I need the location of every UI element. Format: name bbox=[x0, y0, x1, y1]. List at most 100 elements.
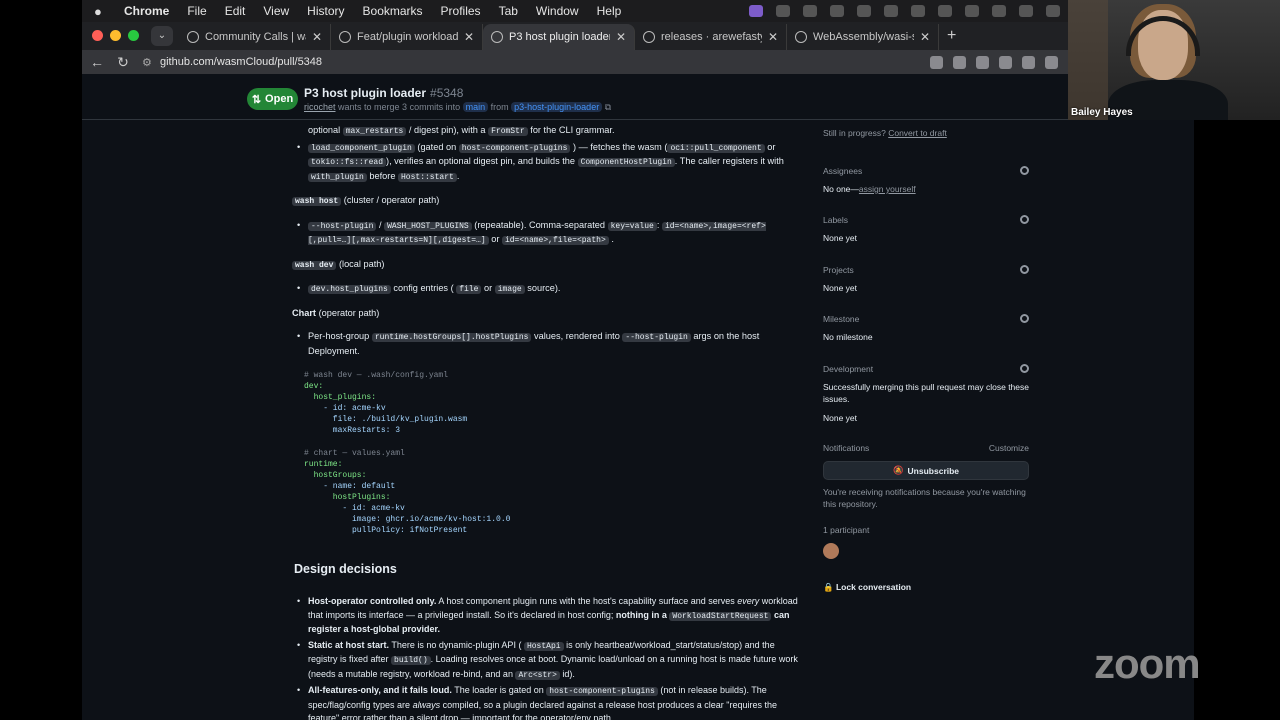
copy-icon[interactable]: ⧉ bbox=[605, 102, 611, 112]
puzzle-icon[interactable] bbox=[1045, 55, 1058, 69]
extension-icon[interactable] bbox=[999, 55, 1012, 69]
menu-app-chrome[interactable]: Chrome bbox=[124, 4, 169, 18]
webcam-feed bbox=[1068, 0, 1280, 120]
install-icon[interactable] bbox=[930, 55, 943, 69]
gear-icon[interactable] bbox=[1020, 364, 1029, 373]
author-link[interactable]: ricochet bbox=[304, 102, 336, 112]
assign-yourself-link[interactable]: assign yourself bbox=[859, 184, 916, 194]
moon-icon[interactable] bbox=[1019, 5, 1033, 17]
gear-icon[interactable] bbox=[1020, 166, 1029, 175]
pull-request-icon: ⇅ bbox=[251, 93, 262, 106]
tab-title: releases · arewefastyet · wasi bbox=[661, 31, 762, 43]
participants-section: 1 participant bbox=[823, 525, 1029, 559]
labels-section: Labels None yet bbox=[823, 215, 1029, 243]
tab-releases[interactable]: releases · arewefastyet · wasi ✕ bbox=[635, 24, 787, 50]
notifications-label: Notifications bbox=[823, 443, 870, 453]
close-icon[interactable]: ✕ bbox=[464, 30, 474, 44]
globe-status-icon[interactable] bbox=[830, 5, 844, 17]
back-icon[interactable]: ← bbox=[86, 54, 108, 70]
milestone-value: No milestone bbox=[823, 332, 873, 342]
extension-icon[interactable] bbox=[976, 55, 989, 69]
close-icon[interactable]: ✕ bbox=[920, 30, 930, 44]
assignees-section: Assignees No one—assign yourself bbox=[823, 166, 1029, 194]
url-field[interactable]: ⚙ github.com/wasmCloud/pull/5348 bbox=[142, 51, 930, 73]
pr-number: #5348 bbox=[430, 86, 464, 100]
mac-menubar: ● Chrome File Edit View History Bookmark… bbox=[82, 0, 1068, 22]
url-text: github.com/wasmCloud/pull/5348 bbox=[160, 56, 323, 68]
projects-value: None yet bbox=[823, 283, 858, 293]
new-tab-button[interactable]: + bbox=[947, 27, 956, 45]
gear-icon[interactable] bbox=[1020, 265, 1029, 274]
list-item: load_component_plugin (gated on host-com… bbox=[292, 141, 802, 185]
address-bar: ← ↻ ⚙ github.com/wasmCloud/pull/5348 bbox=[82, 50, 1068, 74]
unsubscribe-button[interactable]: 🔕 Unsubscribe bbox=[823, 461, 1029, 480]
menu-bookmarks[interactable]: Bookmarks bbox=[363, 4, 423, 18]
menu-file[interactable]: File bbox=[187, 4, 206, 18]
gear-icon[interactable] bbox=[1020, 314, 1029, 323]
tab-p3-host-plugin[interactable]: P3 host plugin loader by ricoc ✕ bbox=[483, 24, 635, 50]
development-text: Successfully merging this pull request m… bbox=[823, 382, 1029, 404]
zoom-logo: zoom bbox=[1094, 640, 1201, 687]
github-icon bbox=[491, 31, 503, 43]
maximize-window-button[interactable] bbox=[128, 30, 139, 41]
browser-tab-bar: ⌄ Community Calls | wasmClou ✕ Feat/plug… bbox=[82, 22, 1068, 50]
notifications-text: You're receiving notifications because y… bbox=[823, 487, 1026, 509]
menu-history[interactable]: History bbox=[307, 4, 344, 18]
display-status-icon[interactable] bbox=[938, 5, 952, 17]
list-item: --host-plugin / WASH_HOST_PLUGINS (repea… bbox=[292, 219, 802, 248]
development-value: None yet bbox=[823, 413, 858, 423]
status-badge: ⇅ Open bbox=[247, 88, 298, 110]
list-item: Per-host-group runtime.hostGroups[].host… bbox=[292, 330, 802, 358]
tab-community-calls[interactable]: Community Calls | wasmClou ✕ bbox=[179, 24, 331, 50]
extension-status-icon[interactable] bbox=[803, 5, 817, 17]
gear-status-icon[interactable] bbox=[776, 5, 790, 17]
close-icon[interactable]: ✕ bbox=[312, 30, 322, 44]
base-branch[interactable]: main bbox=[462, 102, 489, 112]
close-icon[interactable]: ✕ bbox=[616, 30, 626, 44]
menu-tab[interactable]: Tab bbox=[499, 4, 518, 18]
site-info-icon[interactable]: ⚙ bbox=[142, 56, 156, 69]
notifications-section: Notifications Customize 🔕 Unsubscribe You… bbox=[823, 443, 1029, 510]
lock-conversation-link[interactable]: 🔒 Lock conversation bbox=[823, 582, 1029, 593]
close-icon[interactable]: ✕ bbox=[768, 30, 778, 44]
extension-icon[interactable] bbox=[1022, 55, 1035, 69]
menu-view[interactable]: View bbox=[263, 4, 289, 18]
tab-search-button[interactable]: ⌄ bbox=[151, 26, 173, 46]
wifi-icon[interactable] bbox=[965, 5, 979, 17]
labels-value: None yet bbox=[823, 233, 858, 243]
gear-icon[interactable] bbox=[1020, 215, 1029, 224]
code-text: # wash dev — .wash/config.yaml dev: host… bbox=[304, 371, 511, 536]
convert-to-draft-link[interactable]: Convert to draft bbox=[888, 128, 947, 138]
cloud-status-icon[interactable] bbox=[884, 5, 898, 17]
github-icon bbox=[795, 31, 807, 43]
assignees-value: No one— bbox=[823, 184, 859, 194]
assignees-label: Assignees bbox=[823, 166, 863, 176]
pr-description: optional max_restarts / digest pin), wit… bbox=[292, 124, 802, 358]
menu-edit[interactable]: Edit bbox=[225, 4, 246, 18]
minimize-window-button[interactable] bbox=[110, 30, 121, 41]
customize-link[interactable]: Customize bbox=[989, 443, 1029, 453]
page-title: P3 host plugin loader #5348 bbox=[304, 86, 463, 100]
status-badge-label: Open bbox=[265, 93, 294, 105]
menu-profiles[interactable]: Profiles bbox=[441, 4, 481, 18]
head-branch[interactable]: p3-host-plugin-loader bbox=[511, 102, 603, 112]
tab-feat-plugin[interactable]: Feat/plugin workload lifecycle ✕ bbox=[331, 24, 483, 50]
search-icon[interactable] bbox=[1046, 5, 1060, 17]
tab-title: P3 host plugin loader by ricoc bbox=[509, 31, 610, 43]
draft-text: Still in progress? bbox=[823, 128, 886, 138]
user-status-icon[interactable] bbox=[992, 5, 1006, 17]
menu-window[interactable]: Window bbox=[536, 4, 579, 18]
menu-help[interactable]: Help bbox=[597, 4, 622, 18]
apple-menu-icon[interactable]: ● bbox=[94, 4, 110, 19]
bluetooth-status-icon[interactable] bbox=[857, 5, 871, 17]
zoom-status-icon[interactable] bbox=[749, 5, 763, 17]
close-window-button[interactable] bbox=[92, 30, 103, 41]
battery-status-icon[interactable] bbox=[911, 5, 925, 17]
star-icon[interactable] bbox=[953, 55, 966, 69]
avatar[interactable] bbox=[823, 543, 839, 559]
github-icon bbox=[643, 31, 655, 43]
code-block: # wash dev — .wash/config.yaml dev: host… bbox=[292, 362, 797, 550]
bullet-list: Per-host-group runtime.hostGroups[].host… bbox=[292, 330, 802, 358]
tab-wasi-sdk[interactable]: WebAssembly/wasi-sdk: WASI ✕ bbox=[787, 24, 939, 50]
reload-icon[interactable]: ↻ bbox=[112, 54, 134, 71]
